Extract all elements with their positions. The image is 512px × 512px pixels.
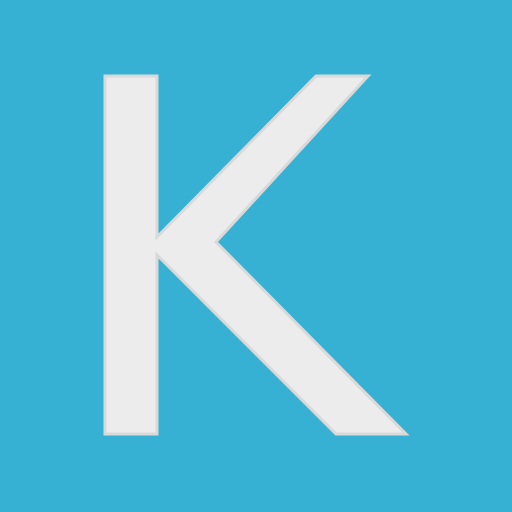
letter-k-icon (103, 74, 410, 436)
letter-k-shape (103, 74, 410, 436)
letter-k-tile: K (0, 0, 512, 512)
